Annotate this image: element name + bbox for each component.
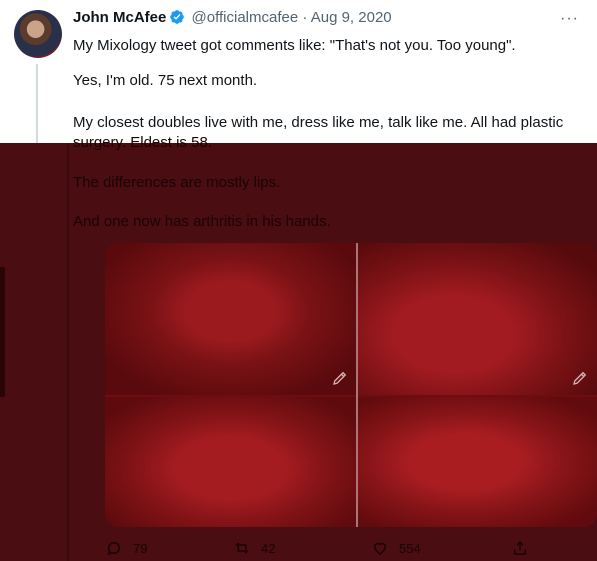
tweet-text-line: My closest doubles live with me, dress l…: [73, 114, 564, 131]
thread-line: [36, 64, 38, 154]
reply-button[interactable]: 79: [105, 539, 147, 557]
header-separator: ·: [302, 9, 308, 26]
tweet-text-line: My Mixology tweet got comments like: "Th…: [73, 37, 516, 54]
retweet-icon: [235, 542, 249, 554]
avatar[interactable]: [14, 10, 62, 58]
tweet: John McAfee @officialmcafee · Aug 9, 202…: [0, 0, 597, 561]
media-photo[interactable]: [358, 243, 597, 395]
verified-badge-icon: [169, 9, 185, 25]
tweet-text-line: And one now has arthritis in his hands.: [73, 213, 331, 230]
author-handle[interactable]: @officialmcafee: [192, 9, 299, 26]
media-photo[interactable]: [358, 397, 597, 527]
edit-pencil-icon: [333, 371, 347, 385]
media-photo[interactable]: [105, 243, 356, 395]
media-divider: [356, 243, 358, 527]
edit-pencil-icon: [573, 371, 587, 385]
tweet-actions: 79 42 554: [105, 539, 535, 561]
like-button[interactable]: 554: [371, 539, 421, 557]
tweet-date[interactable]: Aug 9, 2020: [311, 9, 392, 26]
tweet-text-line: Yes, I'm old. 75 next month.: [73, 72, 258, 89]
media-photo[interactable]: [105, 397, 356, 527]
overlay-thread-line: [67, 143, 69, 561]
media-grid: [105, 243, 597, 527]
side-bar: [0, 267, 5, 397]
more-icon[interactable]: ···: [560, 10, 579, 28]
reply-icon: [107, 542, 120, 556]
retweet-button[interactable]: 42: [233, 539, 275, 557]
like-count: 554: [399, 540, 421, 556]
tweet-text-line: The differences are mostly lips.: [73, 174, 281, 191]
tweet-text-line: surgery. Eldest is 58.: [73, 134, 212, 151]
tweet-header: John McAfee @officialmcafee · Aug 9, 202…: [73, 9, 392, 26]
like-icon: [373, 542, 387, 555]
share-icon: [514, 540, 526, 555]
share-button[interactable]: [511, 539, 539, 557]
author-name[interactable]: John McAfee: [73, 9, 166, 26]
retweet-count: 42: [261, 540, 276, 556]
reply-count: 79: [133, 540, 148, 556]
